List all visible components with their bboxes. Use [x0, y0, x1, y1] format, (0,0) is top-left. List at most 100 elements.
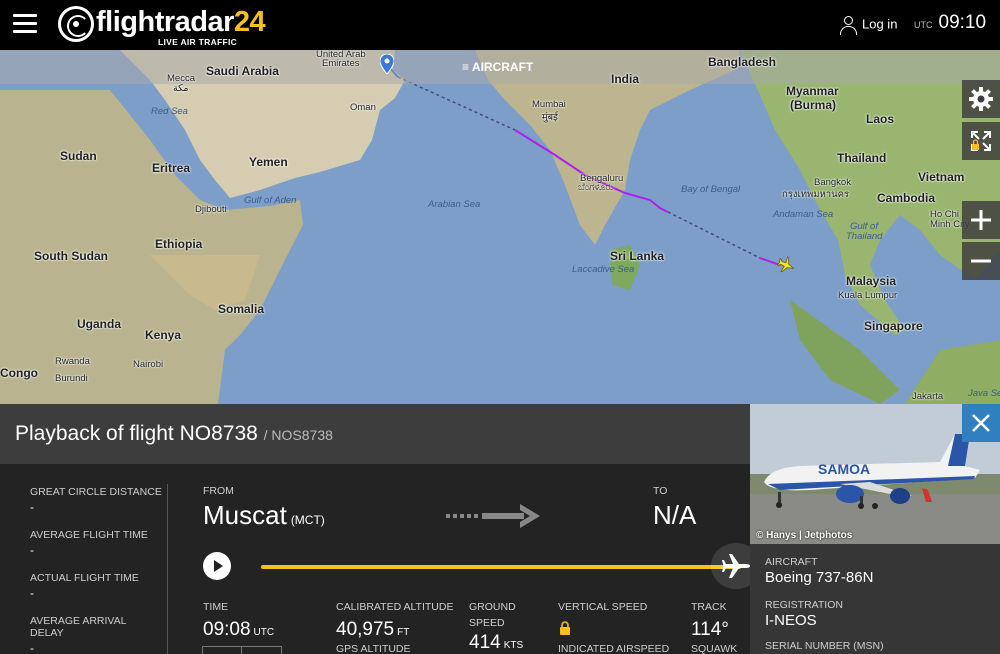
close-icon — [972, 414, 990, 432]
flight-stats-column: GREAT CIRCLE DISTANCE - AVERAGE FLIGHT TI… — [0, 464, 168, 654]
time-stepper[interactable] — [202, 646, 282, 654]
logo-tagline: LIVE AIR TRAFFIC — [158, 37, 238, 47]
map-label: Red Sea — [151, 106, 188, 117]
gps-altitude-label: GPS ALTITUDE — [336, 643, 411, 654]
map-label: Sudan — [60, 149, 97, 163]
zoom-in-button[interactable] — [962, 201, 1000, 239]
map-label: Java Se — [968, 388, 1000, 399]
login-label: Log in — [862, 16, 898, 32]
divider — [167, 484, 168, 654]
map-label: Myanmar — [786, 84, 839, 98]
settings-button[interactable] — [962, 80, 1000, 118]
utc-label: UTC — [914, 20, 933, 30]
registration-label: REGISTRATION — [765, 599, 843, 611]
map-label: मुंबई — [542, 112, 558, 123]
playback-timeline[interactable] — [261, 565, 741, 569]
stat-great-circle-distance: GREAT CIRCLE DISTANCE - — [30, 486, 162, 514]
registration-value: I-NEOS — [765, 612, 817, 629]
map-view[interactable]: ≡ AIRCRAFT Saudi Arabia Mecca مكة United… — [0, 50, 1000, 404]
to-label: TO — [653, 485, 668, 497]
airplane-icon — [722, 554, 750, 578]
map-label: Congo — [0, 366, 38, 380]
map-label: กรุงเทพมหานคร — [782, 189, 850, 200]
map-label: Kenya — [145, 328, 182, 342]
map-label: Yemen — [249, 155, 288, 169]
login-button[interactable]: Log in — [840, 16, 898, 35]
map-label: Sri Lanka — [610, 249, 665, 263]
route-arrow-icon — [446, 504, 540, 528]
map-label: Vietnam — [918, 170, 965, 184]
flight-info-panel: Playback of flight NO8738 / NOS8738 GREA… — [0, 404, 750, 654]
gear-icon — [969, 87, 993, 111]
aircraft-type-value: Boeing 737-86N — [765, 569, 874, 586]
map-label: Somalia — [218, 302, 265, 316]
user-icon — [840, 16, 857, 35]
aircraft-list-toggle[interactable]: ≡ AIRCRAFT — [462, 60, 533, 74]
map-label: Arabian Sea — [428, 199, 481, 210]
fullscreen-button[interactable] — [962, 122, 1000, 160]
map-label: Thailand — [846, 231, 883, 242]
squawk-label: SQUAWK — [691, 643, 738, 654]
stat-actual-flight-time: ACTUAL FLIGHT TIME - — [30, 572, 139, 600]
aircraft-toggle-label: AIRCRAFT — [471, 60, 534, 74]
map-label: Emirates — [322, 58, 360, 69]
map-label: Thailand — [837, 151, 887, 165]
track-value: 114° — [691, 619, 729, 640]
photo-credit[interactable]: © Hanys | Jetphotos — [756, 530, 852, 541]
map-label: Eritrea — [152, 161, 191, 175]
aircraft-position-icon[interactable] — [777, 256, 795, 274]
zoom-out-button[interactable] — [962, 242, 1000, 280]
top-bar: flightradar24 LIVE AIR TRAFFIC Log in UT… — [0, 0, 1000, 50]
map-label: Uganda — [77, 317, 122, 331]
close-button[interactable] — [962, 404, 1000, 442]
origin-airport[interactable]: Muscat (MCT) — [203, 500, 325, 531]
map-label: Kuala Lumpur — [838, 290, 898, 301]
map-label: Oman — [350, 102, 376, 113]
from-label: FROM — [203, 485, 234, 497]
map-label: India — [611, 72, 640, 86]
map-label: Djibouti — [195, 204, 227, 215]
ground-speed-value: 414 KTS — [469, 632, 524, 653]
plus-icon — [971, 210, 991, 230]
radar-logo-icon — [58, 6, 94, 42]
panel-title: Playback of flight NO8738 / NOS8738 — [15, 422, 333, 446]
expand-icon — [971, 131, 991, 151]
map-label: Andaman Sea — [773, 209, 834, 220]
map-label: Laos — [866, 112, 895, 126]
map-label: Nairobi — [133, 359, 164, 370]
map-label: (Burma) — [790, 98, 837, 112]
serial-number-label: SERIAL NUMBER (MSN) — [765, 640, 884, 652]
play-button[interactable] — [203, 552, 231, 580]
time-label: TIME — [203, 601, 229, 613]
ground-speed-label: GROUND SPEED — [469, 601, 516, 629]
origin-code: (MCT) — [290, 513, 325, 527]
hamburger-menu-icon[interactable] — [13, 14, 37, 34]
map-label: Rwanda — [55, 356, 90, 367]
playback-title: Playback of flight NO8738 — [15, 422, 258, 445]
map-label: Cambodia — [877, 191, 936, 205]
calibrated-altitude-label: CALIBRATED ALTITUDE — [336, 601, 454, 613]
map-label: Burundi — [55, 373, 88, 384]
aircraft-livery-text: SAMOA — [818, 461, 870, 477]
origin-marker-icon[interactable] — [380, 54, 394, 74]
utc-clock: UTC 09:10 — [914, 12, 986, 34]
map-label: Malaysia — [846, 274, 897, 288]
map-label: Gulf of Aden — [244, 195, 297, 206]
track-label: TRACK — [691, 601, 727, 613]
stat-average-flight-time: AVERAGE FLIGHT TIME - — [30, 529, 148, 557]
map-label: Mumbai — [532, 99, 566, 110]
clock-time: 09:10 — [938, 12, 987, 33]
map-label: Saudi Arabia — [206, 64, 279, 78]
destination-airport[interactable]: N/A — [653, 500, 696, 531]
origin-city: Muscat — [203, 500, 287, 530]
map-label: South Sudan — [34, 249, 108, 263]
map-label: Bay of Bengal — [681, 184, 741, 195]
panel-header: Playback of flight NO8738 / NOS8738 — [0, 404, 750, 464]
vertical-speed-label: VERTICAL SPEED — [558, 601, 648, 613]
map-label: Jakarta — [912, 391, 944, 402]
map-label: Singapore — [864, 319, 923, 333]
lock-icon[interactable] — [559, 621, 571, 635]
calibrated-altitude-value: 40,975 FT — [336, 619, 410, 640]
map-label: Bangladesh — [708, 55, 777, 69]
stat-average-arrival-delay: AVERAGE ARRIVAL DELAY - — [30, 615, 127, 654]
